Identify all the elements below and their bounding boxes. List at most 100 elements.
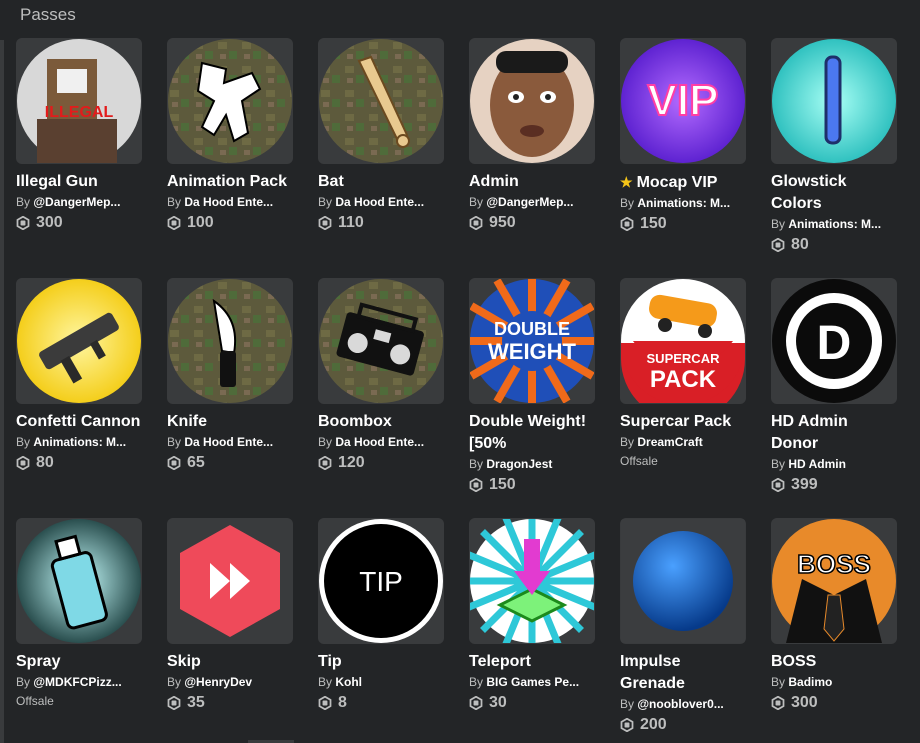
pass-name[interactable]: Impulse Grenade: [620, 651, 746, 695]
pass-name[interactable]: Skip: [167, 651, 293, 673]
creator-name[interactable]: @DangerMep...: [486, 195, 573, 209]
svg-text:ILLEGAL: ILLEGAL: [45, 104, 114, 121]
pass-price: 150: [469, 475, 595, 495]
pass-creator: By Da Hood Ente...: [167, 194, 293, 210]
pass-name[interactable]: Knife: [167, 411, 293, 433]
creator-name[interactable]: Kohl: [335, 675, 362, 689]
pass-creator: By Badimo: [771, 674, 897, 690]
price-value: 80: [791, 236, 809, 253]
pass-card-14[interactable]: Skip By @HenryDev 35: [167, 518, 293, 743]
creator-name[interactable]: DreamCraft: [637, 435, 702, 449]
pass-name[interactable]: Admin: [469, 171, 595, 193]
pass-card-18[interactable]: BOSS BOSS By Badimo 300: [771, 518, 897, 743]
pass-creator: By Da Hood Ente...: [318, 194, 444, 210]
pass-card-5[interactable]: VIP ★ Mocap VIP By Animations: M... 150: [620, 38, 746, 278]
pass-name[interactable]: Tip: [318, 651, 444, 673]
creator-name[interactable]: BIG Games Pe...: [486, 675, 579, 689]
pass-name[interactable]: Illegal Gun: [16, 171, 142, 193]
offsale-label: Offsale: [16, 694, 54, 708]
pass-creator: By Da Hood Ente...: [318, 434, 444, 450]
robux-icon: [167, 456, 181, 470]
creator-name[interactable]: Da Hood Ente...: [184, 435, 273, 449]
creator-name[interactable]: @MDKFCPizz...: [33, 675, 121, 689]
pass-name[interactable]: Glowstick Colors: [771, 171, 897, 215]
pass-card-12[interactable]: D HD Admin Donor By HD Admin 399: [771, 278, 897, 518]
supercar-pack-thumbnail[interactable]: SUPERCAR PACK: [620, 278, 746, 404]
spray-can-thumbnail[interactable]: [16, 518, 142, 644]
hd-admin-thumbnail[interactable]: D: [771, 278, 897, 404]
pass-card-16[interactable]: Teleport By BIG Games Pe... 30: [469, 518, 595, 743]
knife-thumbnail[interactable]: [167, 278, 293, 404]
animation-pack-thumbnail[interactable]: [167, 38, 293, 164]
pass-card-4[interactable]: Admin By @DangerMep... 950: [469, 38, 595, 278]
robux-icon: [16, 216, 30, 230]
svg-text:BOSS: BOSS: [797, 549, 871, 579]
pass-card-8[interactable]: Knife By Da Hood Ente... 65: [167, 278, 293, 518]
pass-creator: By BIG Games Pe...: [469, 674, 595, 690]
confetti-cannon-thumbnail[interactable]: [16, 278, 142, 404]
robux-icon: [167, 216, 181, 230]
pass-card-11[interactable]: SUPERCAR PACK Supercar Pack By DreamCraf…: [620, 278, 746, 518]
creator-name[interactable]: Animations: M...: [788, 217, 881, 231]
pass-card-15[interactable]: TIP Tip By Kohl 8: [318, 518, 444, 743]
pass-name[interactable]: Bat: [318, 171, 444, 193]
pass-name[interactable]: Boombox: [318, 411, 444, 433]
double-weight-thumbnail[interactable]: DOUBLE WEIGHT: [469, 278, 595, 404]
pass-name[interactable]: Teleport: [469, 651, 595, 673]
price-value: 80: [36, 454, 54, 471]
pass-price: 80: [16, 453, 142, 473]
pass-card-2[interactable]: Animation Pack By Da Hood Ente... 100: [167, 38, 293, 278]
pass-card-17[interactable]: Impulse Grenade By @nooblover0... 200: [620, 518, 746, 743]
pass-card-13[interactable]: Spray By @MDKFCPizz... Offsale: [16, 518, 142, 743]
tip-thumbnail[interactable]: TIP: [318, 518, 444, 644]
pass-name[interactable]: Confetti Cannon: [16, 411, 142, 433]
svg-text:WEIGHT: WEIGHT: [488, 339, 577, 364]
pass-name[interactable]: Double Weight! [50%: [469, 411, 595, 455]
pass-creator: By Animations: M...: [620, 195, 746, 211]
pass-card-1[interactable]: ILLEGAL Illegal Gun By @DangerMep... 300: [16, 38, 142, 278]
pass-creator: By @HenryDev: [167, 674, 293, 690]
boombox-thumbnail[interactable]: [318, 278, 444, 404]
creator-name[interactable]: Da Hood Ente...: [335, 195, 424, 209]
pass-name[interactable]: HD Admin Donor: [771, 411, 897, 455]
impulse-grenade-thumbnail[interactable]: [620, 518, 746, 644]
pass-card-7[interactable]: Confetti Cannon By Animations: M... 80: [16, 278, 142, 518]
creator-name[interactable]: Badimo: [788, 675, 832, 689]
vip-thumbnail[interactable]: VIP: [620, 38, 746, 164]
admin-face-thumbnail[interactable]: [469, 38, 595, 164]
pass-creator: By DreamCraft: [620, 434, 746, 450]
pass-creator: By Da Hood Ente...: [167, 434, 293, 450]
glowstick-thumbnail[interactable]: [771, 38, 897, 164]
pass-card-6[interactable]: Glowstick Colors By Animations: M... 80: [771, 38, 897, 278]
creator-name[interactable]: Da Hood Ente...: [335, 435, 424, 449]
pass-name[interactable]: Spray: [16, 651, 142, 673]
pass-card-9[interactable]: Boombox By Da Hood Ente... 120: [318, 278, 444, 518]
offsale-label: Offsale: [620, 454, 658, 468]
bat-thumbnail[interactable]: [318, 38, 444, 164]
creator-name[interactable]: Da Hood Ente...: [184, 195, 273, 209]
pass-card-3[interactable]: Bat By Da Hood Ente... 110: [318, 38, 444, 278]
star-icon: ★: [620, 174, 633, 190]
creator-name[interactable]: @HenryDev: [184, 675, 252, 689]
pass-price: 300: [16, 213, 142, 233]
skip-thumbnail[interactable]: [167, 518, 293, 644]
pass-name[interactable]: BOSS: [771, 651, 897, 673]
pass-name[interactable]: Supercar Pack: [620, 411, 746, 433]
creator-name[interactable]: DragonJest: [486, 457, 552, 471]
illegal-gun-thumbnail[interactable]: ILLEGAL: [16, 38, 142, 164]
creator-name[interactable]: @nooblover0...: [637, 697, 723, 711]
creator-name[interactable]: @DangerMep...: [33, 195, 120, 209]
boss-thumbnail[interactable]: BOSS: [771, 518, 897, 644]
pass-price: 300: [771, 693, 897, 713]
creator-name[interactable]: Animations: M...: [637, 196, 730, 210]
price-value: 200: [640, 716, 667, 733]
creator-name[interactable]: Animations: M...: [33, 435, 126, 449]
teleport-thumbnail[interactable]: [469, 518, 595, 644]
pass-name[interactable]: Animation Pack: [167, 171, 293, 193]
robux-icon: [469, 216, 483, 230]
pass-name[interactable]: ★ Mocap VIP: [620, 171, 746, 194]
by-label: By: [167, 675, 182, 689]
creator-name[interactable]: HD Admin: [788, 457, 846, 471]
pass-creator: By HD Admin: [771, 456, 897, 472]
pass-card-10[interactable]: DOUBLE WEIGHT Double Weight! [50% By Dra…: [469, 278, 595, 518]
